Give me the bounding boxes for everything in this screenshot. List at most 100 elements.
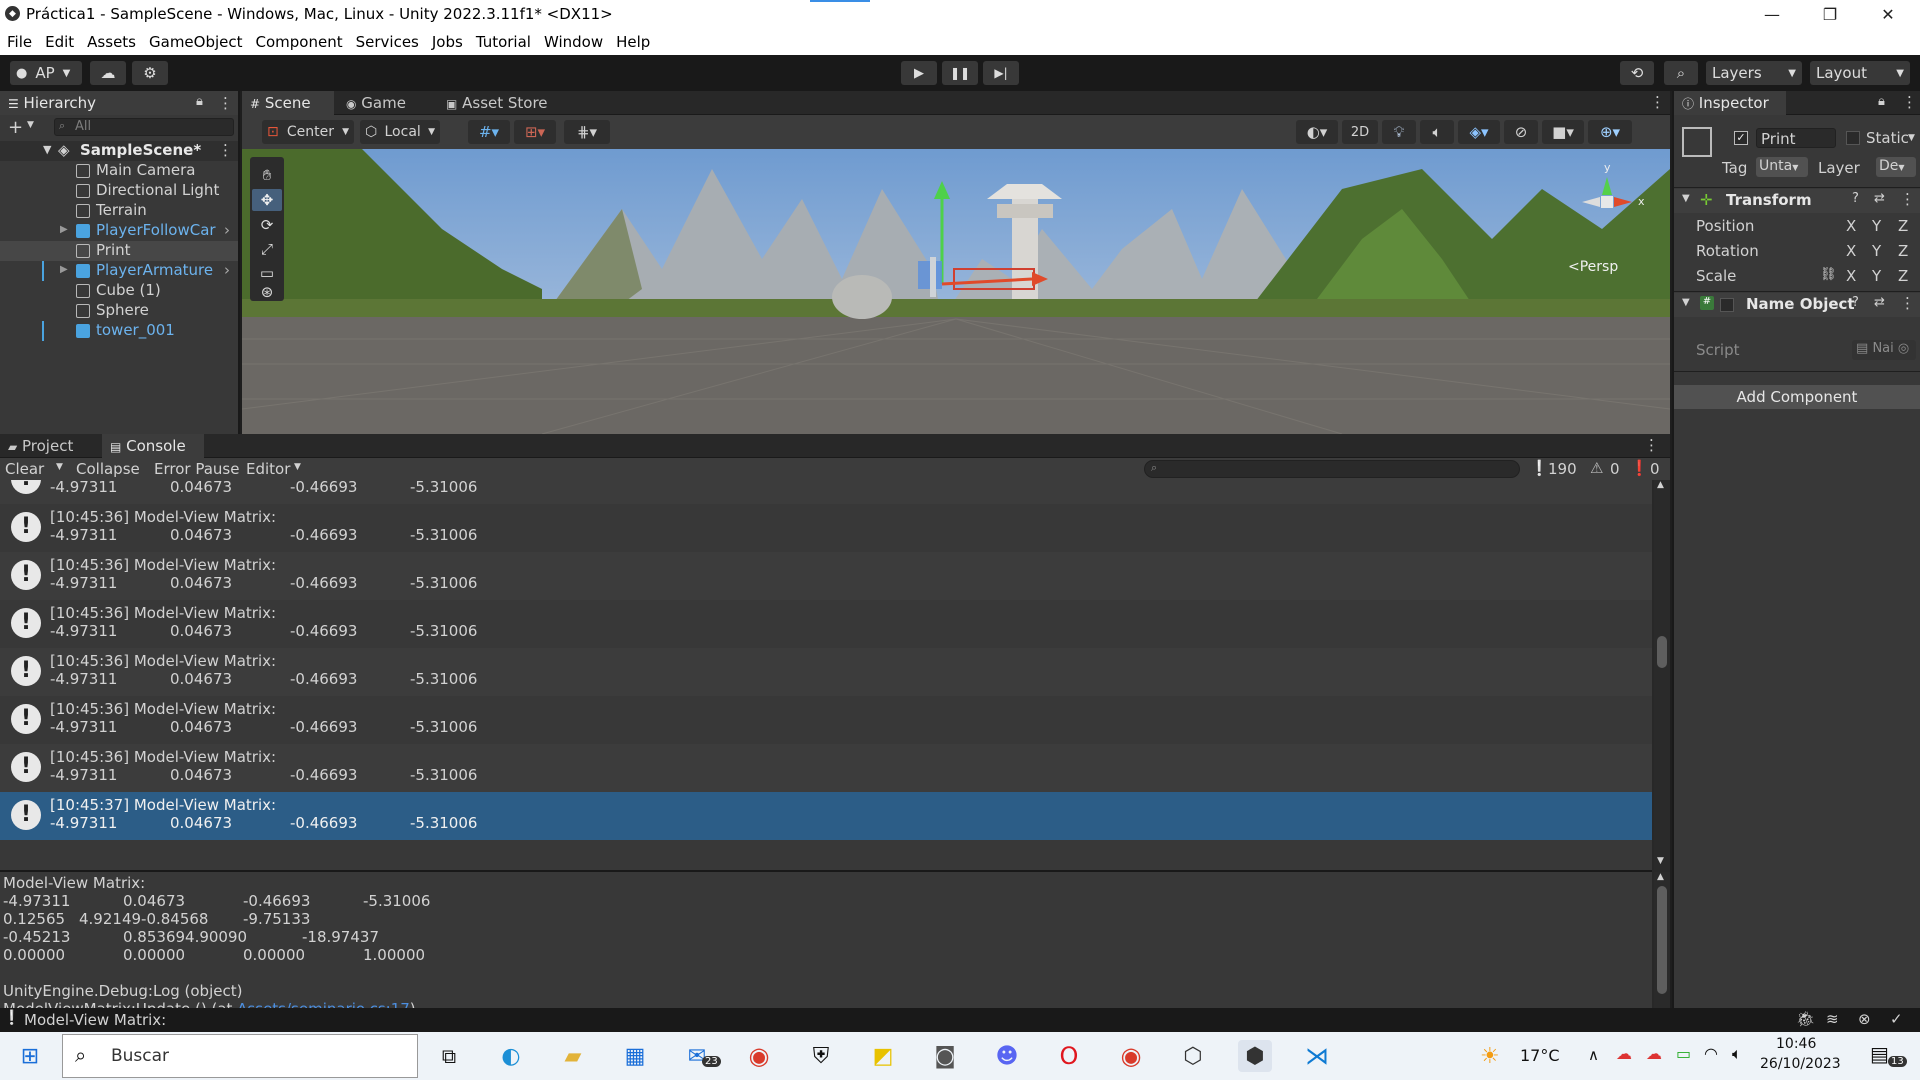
cache-icon[interactable]: ≋ bbox=[1826, 1010, 1839, 1028]
expand-triangle-icon[interactable]: ▶ bbox=[60, 224, 68, 235]
layer-dropdown[interactable]: De▼ bbox=[1876, 157, 1916, 177]
cloud-button[interactable]: ☁ bbox=[90, 61, 126, 85]
menu-component[interactable]: Component bbox=[249, 29, 349, 51]
expand-triangle-icon[interactable]: ▼ bbox=[1682, 297, 1690, 308]
hierarchy-item-playerfollowcar[interactable]: ▶ PlayerFollowCar › bbox=[0, 221, 238, 241]
clock-time[interactable]: 10:46 bbox=[1776, 1036, 1816, 1052]
error-pause-button[interactable]: Error Pause bbox=[154, 460, 239, 478]
start-button[interactable]: ⊞ bbox=[10, 1040, 50, 1072]
more-options-icon[interactable]: ⋮ bbox=[1900, 294, 1915, 312]
tab-project[interactable]: ▰ Project bbox=[0, 434, 96, 458]
console-search-input[interactable]: ⌕ bbox=[1144, 460, 1520, 478]
layout-dropdown[interactable]: Layout ▼ bbox=[1810, 61, 1910, 85]
hierarchy-search-input[interactable]: ⌕ All bbox=[54, 118, 234, 136]
hierarchy-item-sphere[interactable]: Sphere bbox=[0, 301, 238, 321]
rect-tool[interactable]: ▭ bbox=[252, 263, 282, 283]
console-entry[interactable]: ! [10:45:36] Model-View Matrix: -4.97311 0.… bbox=[0, 600, 1652, 648]
name-object-header[interactable]: ▼ # Name Object ? ⇄ ⋮ bbox=[1674, 293, 1920, 317]
perspective-label[interactable]: <Persp bbox=[1568, 259, 1618, 275]
transform-tool[interactable]: ⊛ bbox=[252, 283, 282, 301]
history-button[interactable]: ⟲ bbox=[1620, 61, 1654, 85]
sticky-notes-app[interactable]: ◩ bbox=[866, 1040, 900, 1072]
taskbar-search-input[interactable]: ⌕ Buscar bbox=[62, 1034, 418, 1078]
tray-app-icon[interactable]: ☁ bbox=[1646, 1044, 1662, 1063]
link-icon[interactable]: ⛓︎ bbox=[1820, 267, 1837, 282]
hierarchy-item-tower[interactable]: tower_001 bbox=[0, 321, 238, 341]
hierarchy-item-main-camera[interactable]: Main Camera bbox=[0, 161, 238, 181]
menu-services[interactable]: Services bbox=[349, 29, 425, 51]
chevron-down-icon[interactable]: ▼ bbox=[294, 462, 301, 472]
unity-editor-app[interactable]: ⬢ bbox=[1238, 1040, 1272, 1072]
tab-scene[interactable]: # Scene bbox=[242, 91, 334, 115]
move-tool[interactable]: ✥ bbox=[252, 189, 282, 211]
object-name-field[interactable]: Print bbox=[1756, 128, 1836, 148]
grid-snap-button[interactable]: #▾ bbox=[468, 120, 510, 144]
scroll-up-icon[interactable]: ▲ bbox=[1657, 480, 1664, 490]
close-window-button[interactable]: ✕ bbox=[1859, 0, 1917, 29]
hierarchy-scene-row[interactable]: ▼ ◈ SampleScene* ⋮ bbox=[0, 141, 238, 161]
editor-dropdown[interactable]: Editor bbox=[246, 460, 290, 478]
store-app[interactable]: ▦ bbox=[618, 1040, 652, 1072]
scroll-down-icon[interactable]: ▼ bbox=[1657, 856, 1664, 866]
lighting-toggle[interactable]: 💡︎ bbox=[1382, 120, 1416, 144]
chevron-right-icon[interactable]: › bbox=[224, 221, 230, 239]
scale-tool[interactable]: ⤢ bbox=[252, 239, 282, 259]
menu-assets[interactable]: Assets bbox=[80, 29, 142, 51]
hierarchy-item-directional-light[interactable]: Directional Light bbox=[0, 181, 238, 201]
grid-visibility-button[interactable]: ⋕▾ bbox=[564, 120, 610, 144]
console-entry[interactable]: ! [10:45:36] Model-View Matrix: -4.97311 0.… bbox=[0, 696, 1652, 744]
pause-button[interactable]: ❚❚ bbox=[942, 61, 978, 85]
menu-tutorial[interactable]: Tutorial bbox=[469, 29, 537, 51]
console-entry[interactable]: ! [10:45:36] Model-View Matrix: -4.97311 0.… bbox=[0, 648, 1652, 696]
y-axis-label[interactable]: Y bbox=[1872, 217, 1881, 235]
camera-app[interactable]: ◙ bbox=[928, 1040, 962, 1072]
chevron-up-icon[interactable]: ∧ bbox=[1588, 1046, 1599, 1064]
more-options-icon[interactable]: ⋮ bbox=[1902, 93, 1917, 111]
x-axis-label[interactable]: X bbox=[1846, 242, 1856, 260]
tag-dropdown[interactable]: Unta▼ bbox=[1756, 157, 1808, 177]
vscode-app[interactable]: ⋊ bbox=[1300, 1040, 1334, 1072]
layers-dropdown[interactable]: Layers ▼ bbox=[1706, 61, 1802, 85]
menu-window[interactable]: Window bbox=[537, 29, 609, 51]
weather-icon[interactable]: ☀ bbox=[1480, 1044, 1500, 1069]
add-icon[interactable]: + bbox=[8, 117, 23, 138]
search-button[interactable]: ⌕ bbox=[1664, 61, 1698, 85]
camera-settings-button[interactable]: ■▾ bbox=[1542, 120, 1584, 144]
static-checkbox[interactable] bbox=[1846, 131, 1860, 145]
z-axis-label[interactable]: Z bbox=[1898, 217, 1908, 235]
expand-triangle-icon[interactable]: ▶ bbox=[60, 264, 68, 275]
warning-icon[interactable]: ⚠ bbox=[1590, 459, 1603, 477]
menu-edit[interactable]: Edit bbox=[38, 29, 80, 51]
network-icon[interactable]: ⊗ bbox=[1858, 1010, 1871, 1028]
collapse-button[interactable]: Collapse bbox=[76, 460, 140, 478]
menu-help[interactable]: Help bbox=[609, 29, 656, 51]
menu-jobs[interactable]: Jobs bbox=[425, 29, 469, 51]
edge-app[interactable]: ◐ bbox=[494, 1040, 528, 1072]
tab-game[interactable]: ◉ Game bbox=[338, 91, 418, 115]
notifications-icon[interactable]: ▤ bbox=[1870, 1042, 1889, 1066]
z-axis-label[interactable]: Z bbox=[1898, 267, 1908, 285]
script-field[interactable]: ▤ Nai ◎ bbox=[1852, 340, 1916, 360]
space-dropdown[interactable]: ⬡ Local ▼ bbox=[360, 120, 440, 144]
expand-triangle-icon[interactable]: ▼ bbox=[1682, 193, 1690, 204]
console-entry[interactable]: ! [10:45:36] Model-View Matrix: -4.97311 0.… bbox=[0, 744, 1652, 792]
battery-icon[interactable]: ▭ bbox=[1676, 1044, 1691, 1063]
more-options-icon[interactable]: ⋮ bbox=[1900, 190, 1915, 208]
orientation-gizmo[interactable]: y x bbox=[1562, 157, 1652, 247]
chevron-down-icon[interactable]: ▼ bbox=[1908, 133, 1915, 143]
effects-toggle[interactable]: ◈▾ bbox=[1458, 120, 1500, 144]
account-button[interactable]: ● AP ▼ bbox=[10, 61, 82, 85]
tab-inspector[interactable]: ⓘ Inspector bbox=[1674, 91, 1786, 115]
discord-app[interactable]: ☻ bbox=[990, 1040, 1024, 1072]
tab-console[interactable]: ▤ Console bbox=[102, 434, 204, 458]
y-axis-label[interactable]: Y bbox=[1872, 242, 1881, 260]
check-icon[interactable]: ✓ bbox=[1890, 1010, 1903, 1028]
pivot-dropdown[interactable]: ⊡ Center ▼ bbox=[262, 120, 354, 144]
x-axis-label[interactable]: X bbox=[1846, 217, 1856, 235]
more-options-icon[interactable]: ⋮ bbox=[218, 94, 233, 112]
scrollbar-thumb[interactable] bbox=[1657, 636, 1667, 668]
toggle-2d-button[interactable]: 2D bbox=[1342, 120, 1378, 144]
tab-asset-store[interactable]: ▣ Asset Store bbox=[438, 91, 568, 115]
console-entry[interactable]: ! [10:45:36] Model-View Matrix: -4.97311 0.… bbox=[0, 504, 1652, 552]
component-enabled-checkbox[interactable] bbox=[1720, 298, 1734, 312]
